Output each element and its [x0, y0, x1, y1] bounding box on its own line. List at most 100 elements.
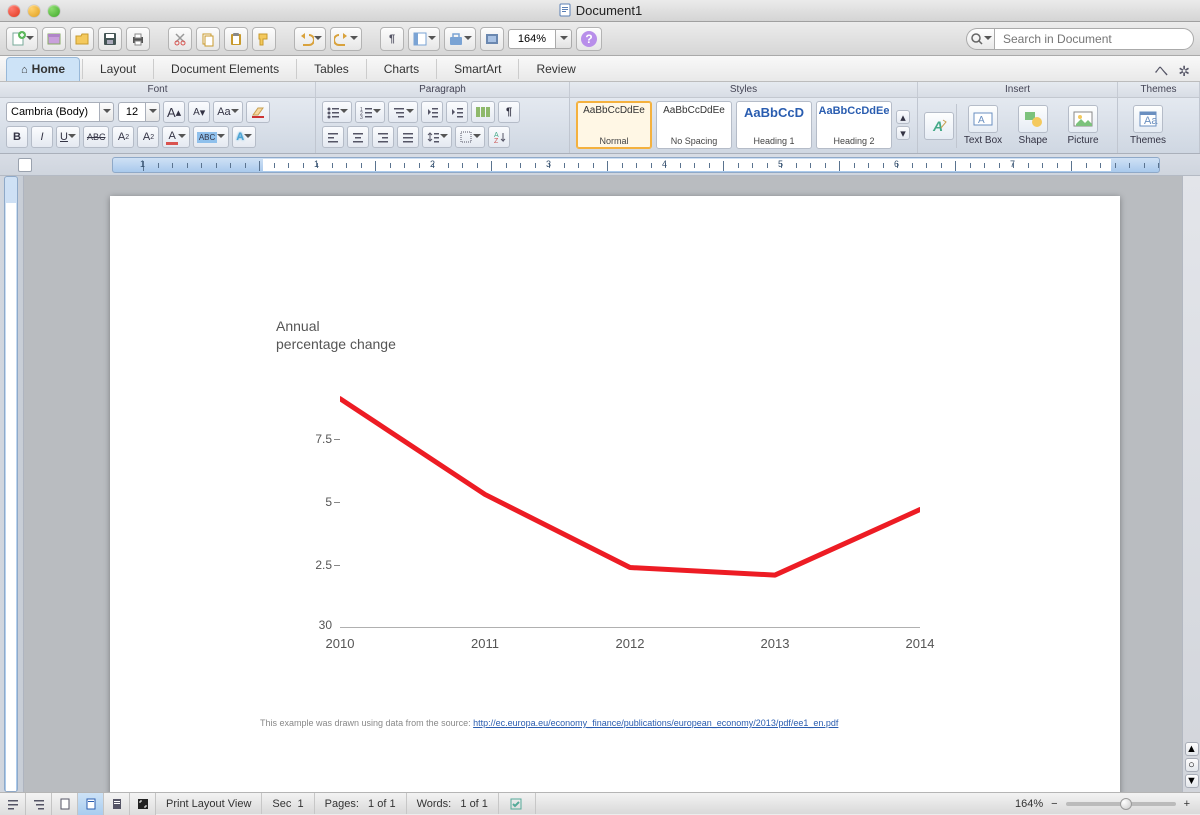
window-titlebar: Document1 — [0, 0, 1200, 22]
document-canvas[interactable]: Annual percentage change 2.557.530201020… — [24, 176, 1182, 792]
align-center-button[interactable] — [347, 126, 369, 148]
font-name-input[interactable] — [6, 102, 100, 122]
redo-button[interactable] — [330, 27, 362, 51]
zoom-out-icon[interactable]: − — [1051, 798, 1057, 810]
font-name-combo[interactable] — [6, 102, 160, 122]
strikethrough-button[interactable]: ABC — [83, 126, 110, 148]
tab-selector[interactable] — [18, 158, 32, 172]
format-painter-button[interactable] — [252, 27, 276, 51]
horizontal-ruler[interactable]: 11234567 — [112, 157, 1160, 173]
zoom-in-icon[interactable]: + — [1184, 798, 1190, 810]
view-print-layout-button[interactable] — [78, 793, 104, 815]
style-heading-1[interactable]: AaBbCcDHeading 1 — [736, 101, 812, 149]
styles-scroll-down[interactable]: ▾ — [896, 126, 910, 140]
justify-button[interactable] — [397, 126, 419, 148]
help-button[interactable]: ? — [576, 27, 602, 51]
scroll-next-icon[interactable]: ▼ — [1185, 774, 1199, 788]
bullets-button[interactable] — [322, 101, 352, 123]
clear-format-button[interactable] — [246, 101, 270, 123]
tab-smartart[interactable]: SmartArt — [439, 57, 516, 81]
tab-layout[interactable]: Layout — [85, 57, 151, 81]
align-right-button[interactable] — [372, 126, 394, 148]
group-paragraph: 123 ¶ AZ — [316, 98, 570, 153]
zoom-combo[interactable] — [508, 29, 572, 49]
insert-picture-button[interactable]: Picture — [1059, 105, 1107, 146]
paste-button[interactable] — [224, 27, 248, 51]
show-formatting-button[interactable]: ¶ — [380, 27, 404, 51]
decrease-indent-button[interactable] — [421, 101, 443, 123]
svg-text:3: 3 — [360, 115, 363, 119]
scroll-mid-icon[interactable]: ○ — [1185, 758, 1199, 772]
search-icon[interactable] — [966, 28, 994, 50]
chevron-down-icon — [231, 106, 239, 118]
minimize-icon[interactable] — [28, 5, 40, 17]
scroll-prev-icon[interactable]: ▲ — [1185, 742, 1199, 756]
tab-tables[interactable]: Tables — [299, 57, 364, 81]
zoom-window-icon[interactable] — [48, 5, 60, 17]
font-color-button[interactable]: A — [162, 126, 189, 148]
underline-button[interactable]: U — [56, 126, 80, 148]
shrink-font-button[interactable]: A▾ — [188, 101, 210, 123]
open-button[interactable] — [70, 27, 94, 51]
chevron-down-icon[interactable] — [100, 102, 114, 122]
line-spacing-button[interactable] — [422, 126, 452, 148]
grow-font-button[interactable]: A▴ — [163, 101, 185, 123]
search-input[interactable] — [994, 28, 1194, 50]
sort-button[interactable]: AZ — [488, 126, 510, 148]
show-all-button[interactable]: ¶ — [498, 101, 520, 123]
align-left-button[interactable] — [322, 126, 344, 148]
print-button[interactable] — [126, 27, 150, 51]
tab-document-elements[interactable]: Document Elements — [156, 57, 294, 81]
columns-preview-button[interactable] — [471, 101, 495, 123]
gallery-button[interactable] — [480, 27, 504, 51]
bold-button[interactable]: B — [6, 126, 28, 148]
chevron-down-icon[interactable] — [556, 29, 572, 49]
style-heading-2[interactable]: AaBbCcDdEeHeading 2 — [816, 101, 892, 149]
increase-indent-button[interactable] — [446, 101, 468, 123]
quick-styles-button[interactable]: A — [924, 112, 954, 140]
multilevel-button[interactable] — [388, 101, 418, 123]
chevron-down-icon[interactable] — [146, 102, 160, 122]
change-case-button[interactable]: Aa — [213, 101, 242, 123]
zoom-input[interactable] — [508, 29, 556, 49]
font-size-input[interactable] — [118, 102, 146, 122]
view-publishing-button[interactable] — [52, 793, 78, 815]
view-draft-button[interactable] — [0, 793, 26, 815]
new-button[interactable] — [6, 27, 38, 51]
themes-button[interactable]: AaThemes — [1124, 105, 1172, 146]
numbering-button[interactable]: 123 — [355, 101, 385, 123]
text-effects-button[interactable]: A — [232, 126, 256, 148]
styles-scroll-up[interactable]: ▴ — [896, 110, 910, 124]
template-button[interactable] — [42, 27, 66, 51]
toolbox-button[interactable] — [444, 27, 476, 51]
view-fullscreen-button[interactable] — [130, 793, 156, 815]
spellcheck-icon[interactable] — [499, 793, 536, 814]
vertical-ruler[interactable] — [0, 176, 24, 792]
collapse-ribbon-icon[interactable]: へ — [1154, 61, 1168, 81]
vertical-scrollbar[interactable]: ▲ ○ ▼ — [1182, 176, 1200, 792]
tab-charts[interactable]: Charts — [369, 57, 434, 81]
sidebar-toggle-button[interactable] — [408, 27, 440, 51]
gear-icon[interactable]: ✲ — [1178, 63, 1190, 80]
copy-button[interactable] — [196, 27, 220, 51]
svg-text:A: A — [932, 118, 943, 134]
view-outline-button[interactable] — [26, 793, 52, 815]
view-notebook-button[interactable] — [104, 793, 130, 815]
tab-home[interactable]: ⌂Home — [6, 57, 80, 81]
zoom-slider[interactable] — [1066, 802, 1176, 806]
borders-button[interactable] — [455, 126, 485, 148]
subscript-button[interactable]: A2 — [137, 126, 159, 148]
save-button[interactable] — [98, 27, 122, 51]
source-link[interactable]: http://ec.europa.eu/economy_finance/publ… — [473, 718, 838, 728]
insert-textbox-button[interactable]: AText Box — [959, 105, 1007, 146]
highlight-button[interactable]: ABC — [193, 126, 229, 148]
italic-button[interactable]: I — [31, 126, 53, 148]
tab-review[interactable]: Review — [521, 57, 590, 81]
cut-button[interactable] — [168, 27, 192, 51]
close-icon[interactable] — [8, 5, 20, 17]
insert-shape-button[interactable]: Shape — [1009, 105, 1057, 146]
undo-button[interactable] — [294, 27, 326, 51]
superscript-button[interactable]: A2 — [112, 126, 134, 148]
style-no-spacing[interactable]: AaBbCcDdEeNo Spacing — [656, 101, 732, 149]
style-normal[interactable]: AaBbCcDdEeNormal — [576, 101, 652, 149]
